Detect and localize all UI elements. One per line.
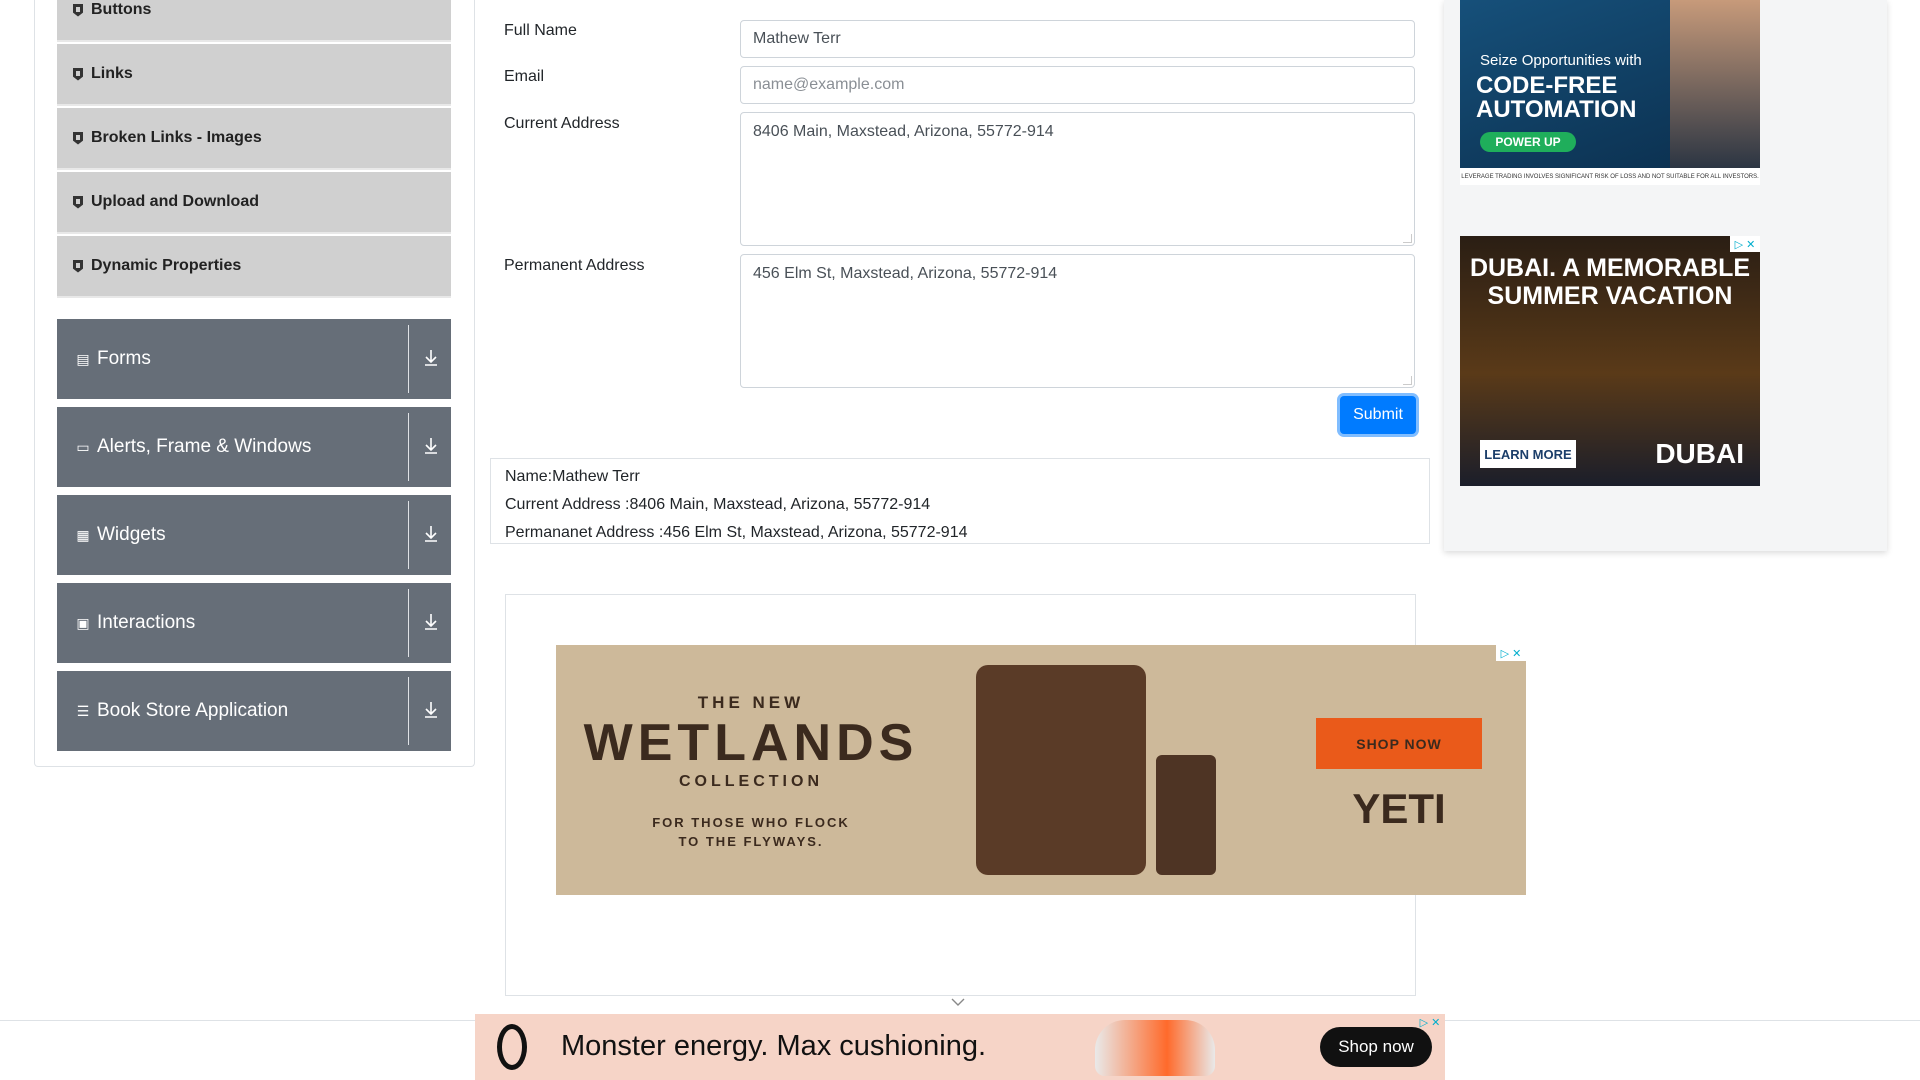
group-book-store[interactable]: ☰ Book Store Application bbox=[57, 671, 451, 751]
widgets-icon: ▦ bbox=[76, 526, 90, 543]
download-icon[interactable] bbox=[421, 435, 441, 457]
permanent-address-label: Permanent Address bbox=[504, 257, 645, 274]
sidebar-item-broken-links[interactable]: Broken Links - Images bbox=[57, 108, 451, 170]
books-icon: ☰ bbox=[76, 702, 90, 719]
cooler-image bbox=[976, 665, 1146, 875]
ad-yeti[interactable]: ▷ ✕ THE NEW WETLANDS COLLECTION FOR THOS… bbox=[556, 645, 1526, 895]
ad-button[interactable]: LEARN MORE bbox=[1480, 440, 1576, 468]
ad-disclaimer: LEVERAGE TRADING INVOLVES SIGNIFICANT RI… bbox=[1460, 168, 1760, 185]
sidebar-item-label: Dynamic Properties bbox=[91, 257, 242, 274]
output-name: Name:Mathew Terr bbox=[505, 468, 640, 485]
ad-text: FOR THOSE WHO FLOCK bbox=[652, 815, 850, 830]
item-icon bbox=[73, 4, 83, 17]
output-permanent-address: Permananet Address :456 Elm St, Maxstead… bbox=[505, 524, 968, 541]
permanent-address-textarea[interactable]: 456 Elm St, Maxstead, Arizona, 55772-914 bbox=[740, 254, 1415, 388]
ad-choices-icon[interactable]: ▷ ✕ bbox=[1496, 645, 1526, 661]
permanent-address-text: 456 Elm St, Maxstead, Arizona, 55772-914 bbox=[753, 265, 1058, 282]
ad-photo bbox=[1670, 0, 1760, 170]
full-name-label: Full Name bbox=[504, 22, 577, 39]
item-icon bbox=[73, 196, 83, 209]
submit-button[interactable]: Submit bbox=[1340, 396, 1416, 434]
sidebar-item-upload-download[interactable]: Upload and Download bbox=[57, 172, 451, 234]
ad-headline: Seize Opportunities with bbox=[1480, 52, 1642, 69]
sidebar-item-label: Links bbox=[91, 65, 133, 82]
divider bbox=[408, 677, 409, 745]
ad-brand: YETI bbox=[1352, 785, 1446, 832]
ad-on-running[interactable]: ▷ ✕ Monster energy. Max cushioning. Shop… bbox=[475, 1014, 1445, 1080]
ad-text: THE NEW bbox=[697, 693, 805, 712]
ad-headline: Monster energy. Max cushioning. bbox=[561, 1030, 987, 1062]
ad-code-free-automation[interactable]: Seize Opportunities with CODE-FREE AUTOM… bbox=[1460, 0, 1760, 185]
email-label: Email bbox=[504, 68, 545, 85]
ad-text: TO THE FLYWAYS. bbox=[678, 834, 824, 849]
sidebar-item-links[interactable]: Links bbox=[57, 44, 451, 106]
ad-headline: DUBAI. A MEMORABLE bbox=[1469, 254, 1751, 282]
group-label: Widgets bbox=[97, 524, 166, 545]
ad-button[interactable]: POWER UP bbox=[1480, 132, 1576, 152]
resize-handle[interactable] bbox=[1403, 376, 1412, 385]
group-widgets[interactable]: ▦ Widgets bbox=[57, 495, 451, 575]
on-logo bbox=[497, 1024, 527, 1070]
divider bbox=[408, 325, 409, 393]
ad-text: COLLECTION bbox=[679, 773, 823, 790]
sidebar: Buttons Links Broken Links - Images Uplo… bbox=[34, 0, 475, 767]
sidebar-item-label: Buttons bbox=[91, 1, 152, 18]
current-address-text: 8406 Main, Maxstead, Arizona, 55772-914 bbox=[753, 123, 1054, 140]
ad-logo: DUBAI bbox=[1655, 438, 1744, 469]
ad-headline: WETLANDS bbox=[583, 714, 919, 772]
item-icon bbox=[73, 68, 83, 81]
ad-headline: AUTOMATION bbox=[1476, 96, 1637, 123]
full-name-input[interactable]: Mathew Terr bbox=[740, 20, 1415, 58]
group-interactions[interactable]: ▣ Interactions bbox=[57, 583, 451, 663]
email-input[interactable]: name@example.com bbox=[740, 66, 1415, 104]
group-label: Forms bbox=[97, 348, 151, 369]
group-label: Interactions bbox=[97, 612, 196, 633]
item-icon bbox=[73, 260, 83, 273]
download-icon[interactable] bbox=[421, 699, 441, 721]
group-alerts-frame-windows[interactable]: ▭ Alerts, Frame & Windows bbox=[57, 407, 451, 487]
resize-handle[interactable] bbox=[1403, 234, 1412, 243]
ad-choices-icon[interactable]: ▷ ✕ bbox=[1730, 236, 1760, 252]
download-icon[interactable] bbox=[421, 347, 441, 369]
ad-dubai[interactable]: ▷ ✕ DUBAI. A MEMORABLE SUMMER VACATION L… bbox=[1460, 236, 1760, 486]
divider bbox=[408, 589, 409, 657]
divider bbox=[408, 413, 409, 481]
form-icon: ▤ bbox=[76, 350, 90, 367]
chevron-down-icon[interactable] bbox=[950, 996, 966, 1008]
ad-headline: SUMMER VACATION bbox=[1487, 282, 1733, 310]
output-current-address: Current Address :8406 Main, Maxstead, Ar… bbox=[505, 496, 931, 513]
sidebar-item-label: Upload and Download bbox=[91, 193, 259, 210]
group-forms[interactable]: ▤ Forms bbox=[57, 319, 451, 399]
download-icon[interactable] bbox=[421, 611, 441, 633]
current-address-textarea[interactable]: 8406 Main, Maxstead, Arizona, 55772-914 bbox=[740, 112, 1415, 246]
current-address-label: Current Address bbox=[504, 115, 620, 132]
group-label: Alerts, Frame & Windows bbox=[97, 436, 312, 457]
download-icon[interactable] bbox=[421, 523, 441, 545]
sidebar-item-label: Broken Links - Images bbox=[91, 129, 262, 146]
sidebar-item-buttons[interactable]: Buttons bbox=[57, 0, 451, 42]
interactions-icon: ▣ bbox=[76, 614, 90, 631]
shoe-image bbox=[1095, 1020, 1215, 1076]
email-placeholder: name@example.com bbox=[753, 76, 905, 93]
window-icon: ▭ bbox=[76, 438, 90, 455]
item-icon bbox=[73, 132, 83, 145]
divider bbox=[408, 501, 409, 569]
ad-button[interactable]: Shop now bbox=[1320, 1027, 1432, 1067]
output-box: Name:Mathew Terr Current Address :8406 M… bbox=[490, 458, 1430, 544]
ad-button[interactable]: SHOP NOW bbox=[1316, 718, 1482, 769]
sidebar-item-dynamic-properties[interactable]: Dynamic Properties bbox=[57, 236, 451, 298]
group-label: Book Store Application bbox=[97, 700, 289, 721]
tumbler-image bbox=[1156, 755, 1216, 875]
